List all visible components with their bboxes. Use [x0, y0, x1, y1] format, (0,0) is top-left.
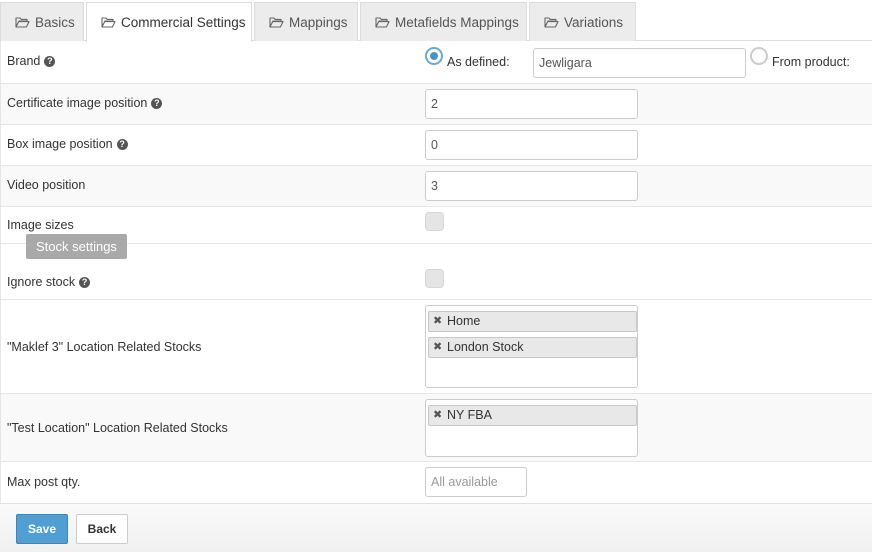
box-position-input[interactable]: 0	[425, 130, 638, 160]
brand-label: Brand	[7, 54, 41, 68]
folder-open-icon	[544, 16, 559, 28]
box-position-label: Box image position	[7, 137, 113, 151]
stock-tag: ✖ Home	[428, 311, 637, 332]
max-post-qty-input[interactable]: All available	[425, 467, 527, 497]
max-post-qty-label: Max post qty.	[7, 475, 81, 489]
tab-bar: Basics Commercial Settings Mappings Meta…	[0, 0, 872, 42]
times-icon[interactable]: ✖	[433, 406, 442, 425]
brand-defined-input[interactable]: Jewligara	[533, 48, 746, 78]
maklef-stocks-row: "Maklef 3" Location Related Stocks ✖ Hom…	[0, 300, 872, 394]
stock-settings-heading: Stock settings	[26, 234, 127, 259]
question-circle-icon[interactable]: ?	[44, 55, 56, 67]
brand-as-defined-label: As defined:	[447, 55, 510, 69]
folder-open-icon	[15, 16, 30, 28]
back-button[interactable]: Back	[76, 514, 128, 544]
question-circle-icon[interactable]: ?	[151, 97, 163, 109]
max-post-qty-row: Max post qty. All available	[0, 462, 872, 503]
video-position-input[interactable]: 3	[425, 171, 638, 201]
question-circle-icon[interactable]: ?	[79, 276, 91, 288]
folder-open-icon	[375, 16, 390, 28]
image-sizes-row: Image sizes	[0, 207, 872, 244]
maklef-stocks-select[interactable]: ✖ Home ✖ London Stock	[425, 305, 638, 388]
tab-label: Mappings	[289, 14, 348, 30]
stock-tag: ✖ NY FBA	[428, 405, 637, 426]
stock-tag-label: NY FBA	[447, 408, 492, 422]
tab-label: Variations	[564, 14, 624, 30]
certificate-position-label: Certificate image position	[7, 96, 148, 110]
brand-from-product-label: From product:	[772, 55, 850, 69]
certificate-position-row: Certificate image position ? 2	[0, 84, 872, 125]
video-position-label: Video position	[7, 178, 86, 192]
tab-label: Metafields Mappings	[395, 14, 519, 30]
tab-variations[interactable]: Variations	[529, 2, 636, 41]
save-button[interactable]: Save	[16, 514, 68, 544]
ignore-stock-row: Ignore stock ?	[0, 244, 872, 300]
brand-row: Brand ? As defined: Jewligara From produ…	[0, 41, 872, 84]
video-position-row: Video position 3	[0, 166, 872, 207]
tab-label: Basics	[35, 14, 75, 30]
question-circle-icon[interactable]: ?	[116, 138, 128, 150]
test-location-stocks-select[interactable]: ✖ NY FBA	[425, 399, 638, 457]
test-location-stocks-label: "Test Location" Location Related Stocks	[7, 421, 228, 435]
tab-label: Commercial Settings	[121, 15, 246, 30]
stock-tag-label: Home	[447, 314, 481, 328]
form-footer: Save Back	[0, 503, 872, 552]
stock-tag: ✖ London Stock	[428, 337, 637, 358]
certificate-position-input[interactable]: 2	[425, 89, 638, 119]
image-sizes-label: Image sizes	[7, 218, 74, 232]
tab-metafields-mappings[interactable]: Metafields Mappings	[360, 2, 527, 41]
folder-open-icon	[101, 17, 116, 28]
ignore-stock-label: Ignore stock	[7, 275, 76, 289]
tab-mappings[interactable]: Mappings	[254, 2, 358, 41]
stock-tag-label: London Stock	[447, 340, 524, 354]
ignore-stock-checkbox[interactable]	[425, 269, 444, 288]
box-position-row: Box image position ? 0	[0, 125, 872, 166]
test-location-stocks-row: "Test Location" Location Related Stocks …	[0, 394, 872, 462]
times-icon[interactable]: ✖	[433, 312, 442, 331]
times-icon[interactable]: ✖	[433, 338, 442, 357]
brand-as-defined-radio[interactable]	[425, 47, 443, 65]
tab-commercial-settings[interactable]: Commercial Settings	[86, 2, 252, 42]
folder-open-icon	[269, 16, 284, 28]
tab-basics[interactable]: Basics	[0, 2, 84, 41]
image-sizes-checkbox[interactable]	[425, 212, 444, 231]
brand-from-product-radio[interactable]	[750, 47, 768, 65]
maklef-stocks-label: "Maklef 3" Location Related Stocks	[7, 340, 202, 354]
